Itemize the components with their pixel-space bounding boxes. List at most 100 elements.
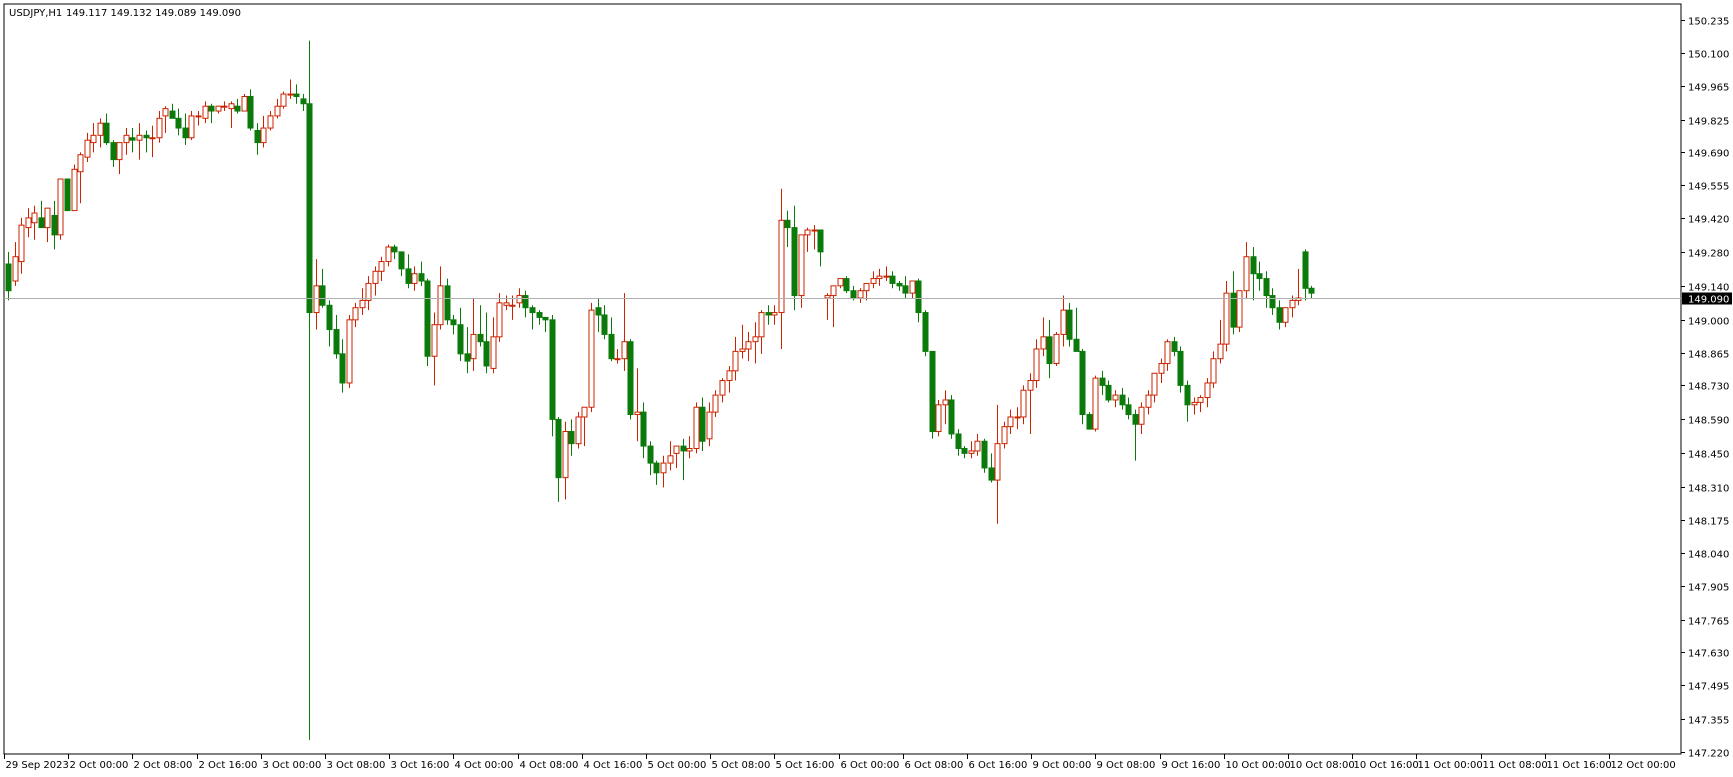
candle-body: [601, 314, 608, 335]
time-tick-label: 3 Oct 08:00: [327, 760, 386, 771]
candle-body: [516, 295, 523, 304]
candle-body: [123, 134, 130, 144]
candle-body: [313, 285, 320, 314]
candle-body: [555, 418, 562, 479]
candle-body: [653, 462, 660, 474]
price-tick-label: 148.310: [1688, 484, 1729, 495]
candle-body: [758, 312, 765, 338]
candle-body: [699, 406, 706, 442]
candle-body: [1191, 401, 1198, 406]
candle-body: [391, 246, 398, 253]
candle-body: [693, 406, 700, 450]
price-tick-label: 148.040: [1688, 550, 1729, 561]
candle-body: [202, 105, 209, 119]
candle-body: [798, 234, 805, 297]
candle-body: [57, 178, 64, 236]
candle-body: [994, 443, 1001, 481]
price-tick-label: 149.825: [1688, 117, 1729, 128]
candle-body: [752, 336, 759, 343]
candle-body: [1223, 292, 1230, 345]
candle-body: [1073, 338, 1080, 352]
time-tick-label: 9 Oct 08:00: [1097, 760, 1156, 771]
candle-body: [260, 127, 267, 144]
chart-ohlc: 149.117 149.132 149.089 149.090: [66, 8, 241, 19]
time-tick-label: 10 Oct 00:00: [1226, 760, 1291, 771]
candle-body: [169, 110, 176, 119]
candlestick-chart[interactable]: USDJPY,H1 149.117 149.132 149.089 149.09…: [0, 0, 1733, 777]
candle-body: [221, 105, 228, 108]
candle-body: [1046, 336, 1053, 365]
candle-body: [791, 227, 798, 297]
candle-body: [529, 307, 536, 314]
price-tick-label: 149.965: [1688, 83, 1729, 94]
time-tick-label: 6 Oct 00:00: [841, 760, 900, 771]
candle-body: [352, 307, 359, 321]
candle-body: [457, 324, 464, 355]
candle-body: [182, 127, 189, 139]
price-tick-label: 149.690: [1688, 149, 1729, 160]
candle-body: [1125, 404, 1132, 416]
candle-body: [595, 307, 602, 316]
candle-body: [1210, 358, 1217, 384]
candle-body: [490, 336, 497, 369]
candle-body: [719, 380, 726, 396]
time-tick-label: 5 Oct 08:00: [712, 760, 771, 771]
candle-body: [739, 348, 746, 352]
candle-body: [1263, 278, 1270, 297]
candle-body: [215, 105, 222, 112]
candle-body: [398, 251, 405, 270]
candle-body: [18, 224, 25, 263]
candle-body: [1250, 256, 1257, 275]
candle-body: [326, 304, 333, 331]
candle-body: [1027, 380, 1034, 391]
candle-body: [38, 217, 45, 229]
candle-body: [149, 137, 156, 140]
time-tick-label: 11 Oct 00:00: [1418, 760, 1483, 771]
current-price-label: 149.090: [1688, 295, 1729, 306]
candle-body: [31, 212, 38, 224]
candle-body: [817, 229, 824, 253]
price-tick-label: 149.140: [1688, 283, 1729, 294]
candle-body: [372, 270, 379, 284]
candle-body: [411, 273, 418, 284]
candle-body: [280, 93, 287, 107]
candle-body: [1308, 287, 1315, 294]
candle-body: [765, 312, 772, 316]
candle-body: [437, 285, 444, 326]
time-tick-label: 6 Oct 08:00: [905, 760, 964, 771]
candle-body: [405, 268, 412, 284]
candle-body: [156, 117, 163, 139]
price-tick-label: 148.590: [1688, 416, 1729, 427]
candle-body: [627, 341, 634, 416]
candle-body: [837, 278, 844, 287]
candle-body: [522, 295, 529, 309]
candle-body: [1204, 382, 1211, 399]
candle-body: [306, 103, 313, 314]
candle-body: [660, 462, 667, 474]
candle-body: [824, 295, 831, 299]
candle-body: [1282, 307, 1289, 323]
candle-body: [902, 285, 909, 294]
price-tick-label: 147.355: [1688, 716, 1729, 727]
candle-body: [300, 98, 307, 105]
candle-body: [876, 275, 883, 280]
candle-body: [1164, 341, 1171, 365]
candle-body: [640, 411, 647, 447]
candle-body: [863, 282, 870, 292]
chart-window[interactable]: USDJPY,H1 149.117 149.132 149.089 149.09…: [0, 0, 1733, 777]
price-axis-ticks: 150.235 150.100 149.965 149.825 149.690 149.5…: [1681, 17, 1729, 760]
candle-body: [1217, 343, 1224, 360]
candle-body: [536, 312, 543, 318]
candle-body: [588, 309, 595, 408]
candle-body: [667, 455, 674, 464]
candle-body: [188, 115, 195, 139]
candle-body: [857, 290, 864, 299]
candle-body: [143, 134, 150, 139]
candle-body: [5, 263, 12, 292]
candle-body: [162, 108, 169, 117]
candle-body: [883, 275, 890, 278]
price-tick-label: 148.450: [1688, 450, 1729, 461]
candle-body: [1105, 384, 1112, 401]
candle-body: [1243, 256, 1250, 292]
candle-body: [293, 93, 300, 97]
